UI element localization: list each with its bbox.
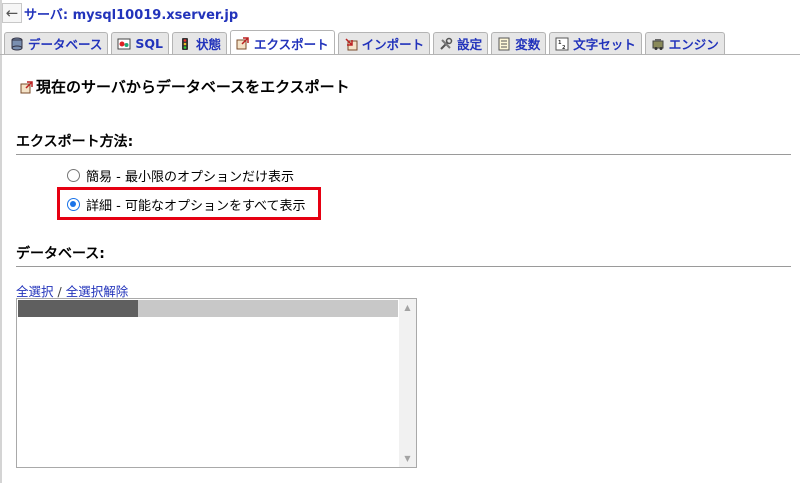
database-heading: データベース: — [16, 243, 791, 267]
import-icon — [345, 37, 358, 50]
tab-databases[interactable]: データベース — [4, 32, 109, 54]
svg-text:2: 2 — [562, 45, 566, 51]
radio-quick[interactable] — [67, 169, 80, 182]
tab-label: 文字セット — [573, 37, 636, 52]
deselect-all-link[interactable]: 全選択解除 — [66, 284, 129, 299]
status-icon — [182, 37, 188, 50]
tab-export[interactable]: エクスポート — [230, 30, 335, 55]
scroll-up-icon[interactable]: ▲ — [399, 299, 416, 316]
tab-label: 状態 — [196, 37, 222, 52]
tab-settings[interactable]: 設定 — [433, 32, 489, 54]
radio-quick-option[interactable]: 簡易 - 最小限のオプションだけ表示 — [67, 166, 294, 185]
tab-label: データベース — [28, 37, 103, 52]
database-icon — [11, 37, 23, 50]
database-option-selected[interactable] — [18, 300, 398, 317]
tab-label: 設定 — [457, 37, 483, 52]
tab-label: SQL — [135, 36, 163, 51]
page-title-text: 現在のサーバからデータベースをエクスポート — [36, 78, 350, 96]
tab-engines[interactable]: エンジン — [644, 32, 725, 54]
tab-label: エクスポート — [254, 36, 329, 52]
listbox-scrollbar[interactable]: ▲ ▼ — [399, 299, 416, 467]
server-link[interactable]: サーバ: mysql10019.xserver.jp — [24, 4, 238, 23]
export-icon — [20, 80, 33, 93]
tab-label: エンジン — [668, 37, 719, 52]
tab-bar: データベース SQL 状態 エクスポート インポート 設定 変数 12 文字セッ… — [4, 30, 725, 55]
sql-icon — [117, 38, 131, 49]
radio-quick-label: 簡易 - 最小限のオプションだけ表示 — [86, 170, 294, 185]
tab-label: 変数 — [515, 37, 541, 52]
tab-import[interactable]: インポート — [337, 32, 431, 54]
engine-icon — [652, 38, 664, 50]
tab-sql[interactable]: SQL — [111, 32, 169, 54]
tab-status[interactable]: 状態 — [172, 32, 228, 54]
export-method-heading: エクスポート方法: — [16, 131, 791, 155]
settings-icon — [440, 37, 453, 50]
left-edge — [0, 0, 2, 483]
tab-variables[interactable]: 変数 — [491, 32, 547, 54]
tab-label: インポート — [361, 37, 425, 52]
tab-divider — [0, 54, 800, 55]
page-title: 現在のサーバからデータベースをエクスポート — [20, 76, 350, 97]
export-icon — [236, 37, 249, 50]
select-all-link[interactable]: 全選択 — [16, 284, 54, 299]
back-arrow-icon[interactable]: ← — [2, 3, 22, 23]
scroll-down-icon[interactable]: ▼ — [399, 450, 416, 467]
server-bar: ← サーバ: mysql10019.xserver.jp — [0, 0, 800, 26]
variables-icon — [498, 37, 510, 50]
highlight-annotation — [57, 187, 321, 220]
tab-charset[interactable]: 12 文字セット — [549, 32, 642, 54]
redacted-database-name — [18, 300, 138, 317]
link-separator: / — [57, 284, 62, 299]
database-listbox[interactable]: ▲ ▼ — [16, 298, 417, 468]
charset-icon: 12 — [555, 37, 569, 51]
